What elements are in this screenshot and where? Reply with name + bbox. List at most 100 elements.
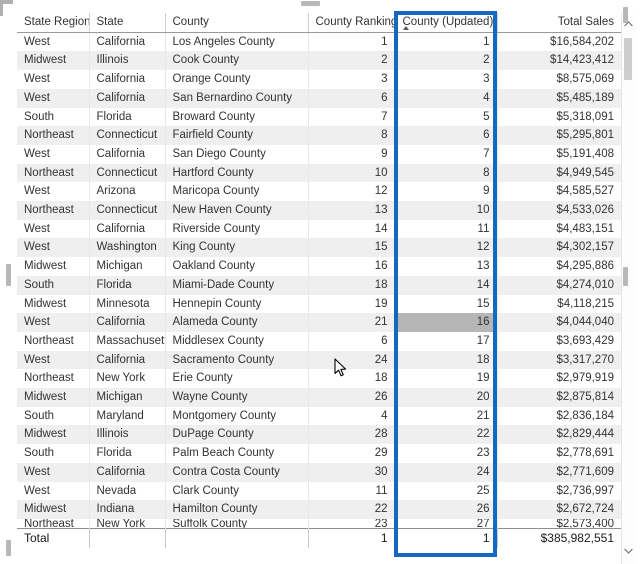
- cell-county[interactable]: Wayne County: [165, 388, 309, 407]
- cell-county[interactable]: San Diego County: [165, 144, 309, 164]
- cell-county-ranking[interactable]: 9: [308, 144, 396, 164]
- cell-state[interactable]: California: [89, 219, 166, 239]
- cell-county-updated[interactable]: 2: [395, 51, 498, 71]
- table-row[interactable]: West California Sacramento County 24 18 $3,31…: [17, 350, 621, 370]
- cell-state[interactable]: Washington: [89, 238, 166, 258]
- table-row[interactable]: West Arizona Maricopa County 12 9 $4,585,527: [17, 182, 621, 202]
- cell-state-region[interactable]: West: [17, 70, 90, 89]
- cell-total-sales[interactable]: $4,302,157: [497, 238, 621, 258]
- cell-state-region[interactable]: Northeast: [17, 126, 90, 145]
- cell-county[interactable]: Broward County: [165, 107, 309, 127]
- cell-state[interactable]: New York: [89, 518, 166, 529]
- table-row[interactable]: Midwest Indiana Hamilton County 22 26 $2,672,…: [17, 500, 621, 519]
- cell-county-updated[interactable]: 7: [395, 144, 498, 164]
- cell-county-updated[interactable]: 8: [395, 163, 498, 183]
- cell-county-updated[interactable]: 17: [395, 331, 498, 351]
- table-row[interactable]: West California Orange County 3 3 $8,575,069: [17, 70, 621, 89]
- cell-state[interactable]: Minnesota: [89, 294, 166, 314]
- cell-county-ranking[interactable]: 23: [308, 518, 396, 529]
- cell-county-updated[interactable]: 25: [395, 481, 498, 501]
- cell-total-sales[interactable]: $14,423,412: [497, 51, 621, 71]
- cell-state[interactable]: Arizona: [89, 182, 166, 202]
- cell-state-region[interactable]: West: [17, 88, 90, 108]
- column-header-total-sales[interactable]: Total Sales: [497, 13, 621, 33]
- cell-total-sales[interactable]: $3,317,270: [497, 350, 621, 370]
- scrollbar-thumb[interactable]: [624, 38, 632, 80]
- cell-state-region[interactable]: Northeast: [17, 518, 90, 529]
- table-row[interactable]: West California Alameda County 21 16 $4,044,0…: [17, 313, 621, 332]
- table-row[interactable]: Northeast Connecticut Fairfield County 8 6 $5…: [17, 126, 621, 145]
- cell-county-updated[interactable]: 3: [395, 70, 498, 89]
- cell-county[interactable]: Suffolk County: [165, 518, 309, 529]
- cell-state-region[interactable]: West: [17, 350, 90, 370]
- cell-state-region[interactable]: Northeast: [17, 331, 90, 351]
- table-row[interactable]: South Florida Miami-Dade County 18 14 $4,274,…: [17, 275, 621, 295]
- table-row[interactable]: West Washington King County 15 12 $4,302,157: [17, 238, 621, 258]
- table-row[interactable]: West California Los Angeles County 1 1 $16,58…: [17, 32, 621, 52]
- cell-county-ranking[interactable]: 18: [308, 369, 396, 389]
- cell-state[interactable]: California: [89, 462, 166, 482]
- cell-state[interactable]: Connecticut: [89, 163, 166, 183]
- cell-county-ranking[interactable]: 22: [308, 500, 396, 519]
- data-table[interactable]: State Regions State County County Rankin…: [17, 13, 621, 549]
- column-header-county[interactable]: County: [165, 13, 309, 33]
- cell-state[interactable]: California: [89, 350, 166, 370]
- table-row[interactable]: West California San Bernardino County 6 4 $5,…: [17, 88, 621, 108]
- table-row[interactable]: Northeast Connecticut Hartford County 10 8 $4…: [17, 163, 621, 183]
- cell-county-updated[interactable]: 12: [395, 238, 498, 258]
- cell-county[interactable]: Clark County: [165, 481, 309, 501]
- table-row[interactable]: West California San Diego County 9 7 $5,191,4…: [17, 144, 621, 164]
- cell-county-updated[interactable]: 21: [395, 406, 498, 426]
- resize-handle-left-icon[interactable]: [6, 264, 11, 286]
- table-row[interactable]: Midwest Illinois DuPage County 28 22 $2,829,4…: [17, 425, 621, 445]
- cell-total-sales[interactable]: $4,295,886: [497, 257, 621, 276]
- cell-county-ranking[interactable]: 3: [308, 70, 396, 89]
- table-row[interactable]: South Florida Palm Beach County 29 23 $2,778,…: [17, 444, 621, 463]
- cell-state-region[interactable]: West: [17, 32, 90, 52]
- cell-county-ranking[interactable]: 11: [308, 481, 396, 501]
- cell-state[interactable]: Connecticut: [89, 126, 166, 145]
- cell-state[interactable]: Florida: [89, 107, 166, 127]
- cell-county[interactable]: San Bernardino County: [165, 88, 309, 108]
- cell-county-ranking[interactable]: 16: [308, 257, 396, 276]
- table-visual[interactable]: State Regions State County County Rankin…: [8, 6, 634, 564]
- cell-state[interactable]: California: [89, 144, 166, 164]
- resize-handle-right-icon[interactable]: [623, 267, 628, 286]
- cell-total-sales[interactable]: $2,875,814: [497, 388, 621, 407]
- sort-ascending-icon[interactable]: [402, 25, 409, 30]
- cell-state-region[interactable]: Northeast: [17, 369, 90, 389]
- cell-state-region[interactable]: West: [17, 182, 90, 202]
- cell-total-sales[interactable]: $2,573,400: [497, 518, 621, 529]
- cell-county-updated[interactable]: 10: [395, 201, 498, 220]
- cell-county-ranking[interactable]: 7: [308, 107, 396, 127]
- cell-state[interactable]: Florida: [89, 275, 166, 295]
- cell-county[interactable]: Maricopa County: [165, 182, 309, 202]
- cell-state-region[interactable]: South: [17, 406, 90, 426]
- cell-total-sales[interactable]: $4,274,010: [497, 275, 621, 295]
- cell-county-updated[interactable]: 19: [395, 369, 498, 389]
- cell-state-region[interactable]: South: [17, 444, 90, 463]
- table-row[interactable]: Midwest Michigan Oakland County 16 13 $4,295,…: [17, 257, 621, 276]
- cell-county-updated[interactable]: 14: [395, 275, 498, 295]
- cell-county-ranking[interactable]: 26: [308, 388, 396, 407]
- cell-state-region[interactable]: Midwest: [17, 294, 90, 314]
- column-header-county-ranking[interactable]: County Ranking: [308, 13, 396, 33]
- cell-state-region[interactable]: Northeast: [17, 201, 90, 220]
- selected-cell[interactable]: 16: [395, 313, 498, 332]
- table-row[interactable]: NortheastMassachusettsMiddlesex County61…: [17, 331, 621, 351]
- cell-total-sales[interactable]: $5,191,408: [497, 144, 621, 164]
- cell-county-updated[interactable]: 23: [395, 444, 498, 463]
- cell-county-ranking[interactable]: 14: [308, 219, 396, 239]
- table-row[interactable]: Northeast New York Erie County 18 19 $2,979,9…: [17, 369, 621, 389]
- resize-handle-right-top-icon[interactable]: [623, 7, 628, 23]
- cell-county-updated[interactable]: 11: [395, 219, 498, 239]
- cell-total-sales[interactable]: $2,771,609: [497, 462, 621, 482]
- cell-county-updated[interactable]: 22: [395, 425, 498, 445]
- cell-state-region[interactable]: Northeast: [17, 163, 90, 183]
- cell-state[interactable]: Michigan: [89, 257, 166, 276]
- cell-county[interactable]: Contra Costa County: [165, 462, 309, 482]
- cell-state[interactable]: Maryland: [89, 406, 166, 426]
- cell-county-updated[interactable]: 15: [395, 294, 498, 314]
- table-body[interactable]: West California Los Angeles County 1 1 $16,58…: [17, 32, 621, 529]
- cell-county[interactable]: Orange County: [165, 70, 309, 89]
